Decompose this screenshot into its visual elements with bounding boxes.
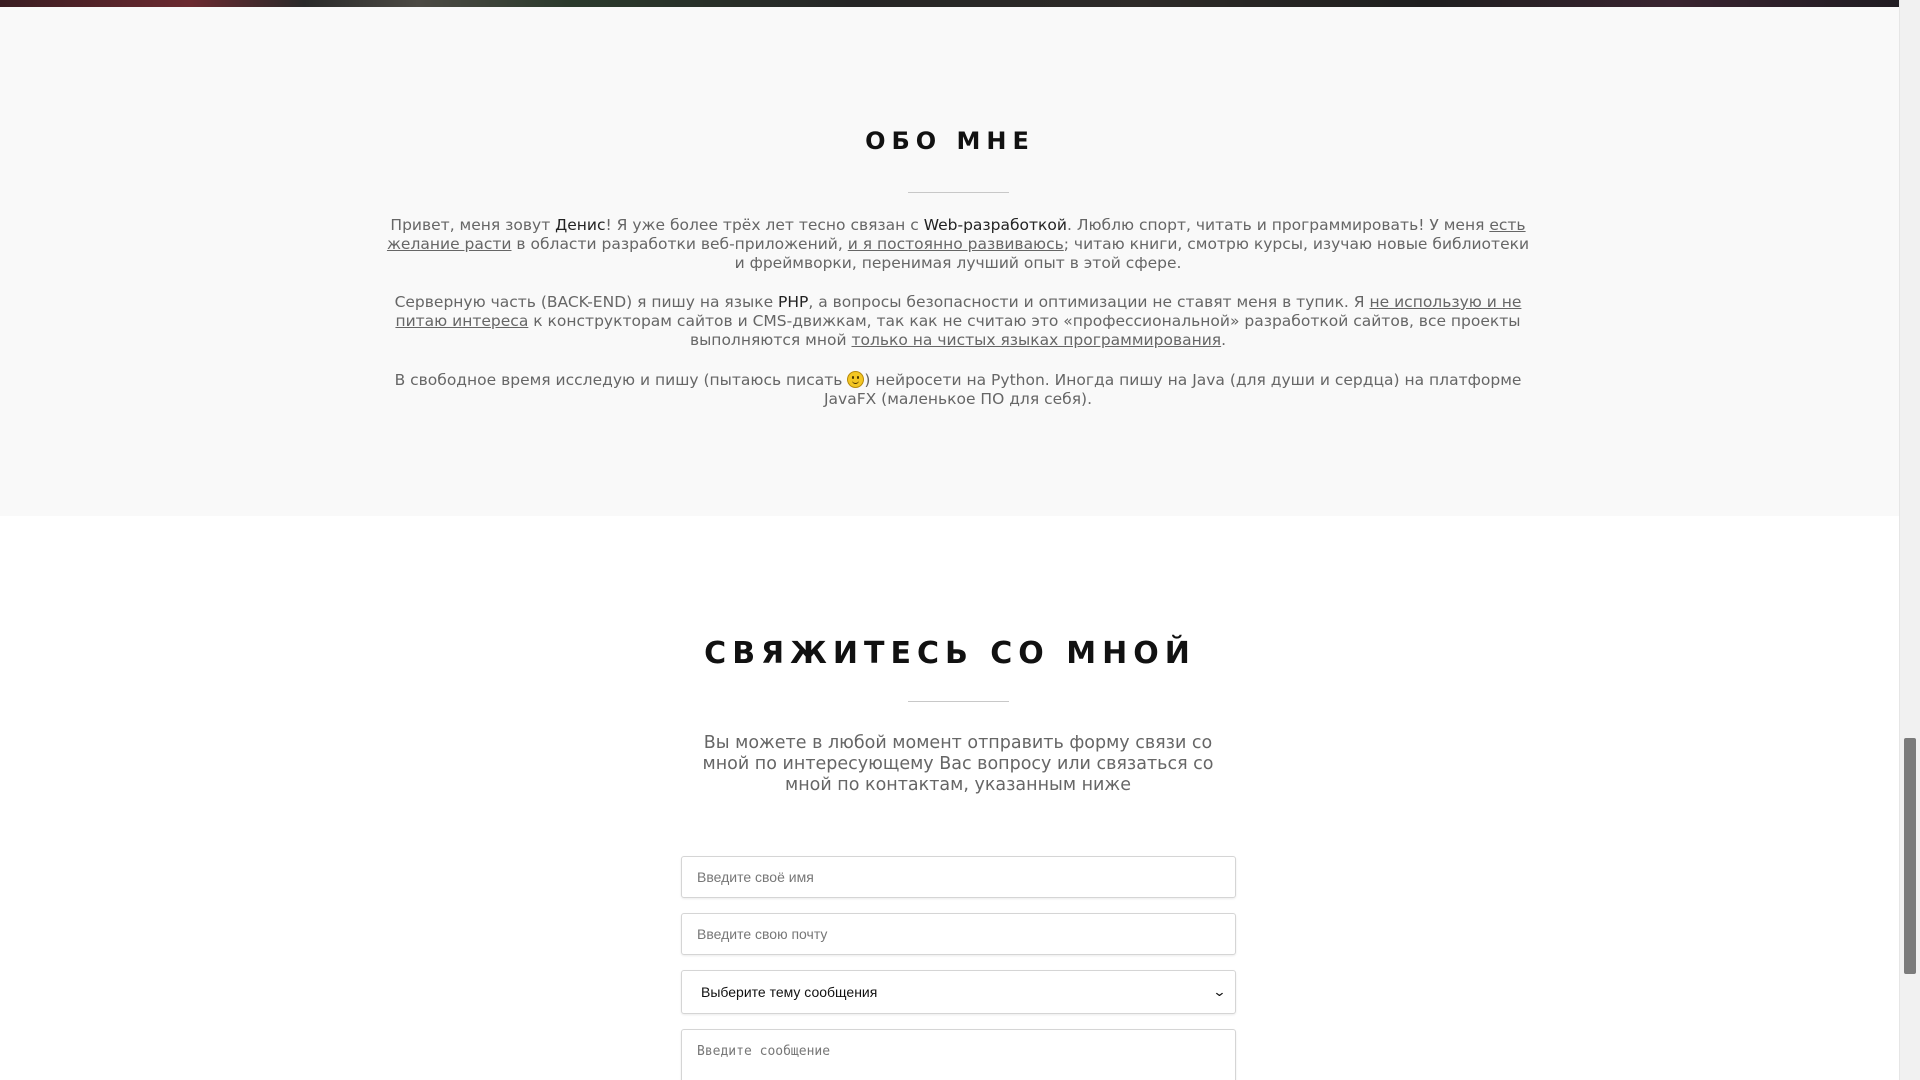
page: ОБО МНЕ Привет, меня зовут Денис! Я уже … [0,0,1920,1080]
about-title: ОБО МНЕ [865,127,1035,155]
contact-intro: Вы можете в любой момент отправить форму… [702,733,1214,795]
name-highlight: Денис [555,216,606,234]
about-divider [908,192,1009,193]
about-text: В свободное время исследую и пишу (пытаю… [394,371,848,389]
about-text: , а вопросы безопасности и оптимизации н… [808,293,1370,311]
about-text: ) нейросети на Python. Иногда пишу на Ja… [823,371,1522,408]
scrollbar-thumb[interactable] [1904,738,1916,974]
php-highlight: PHP [778,293,809,311]
name-input[interactable] [681,856,1236,898]
pure-languages-link[interactable]: только на чистых языках программирования [851,331,1221,349]
about-text: Серверную часть (BACK-END) я пишу на язы… [394,293,779,311]
smiley-face-icon [847,371,865,388]
about-text: Привет, меня зовут [390,216,556,234]
about-paragraph-1: Привет, меня зовут Денис! Я уже более тр… [382,216,1534,273]
about-text: ! Я уже более трёх лет тесно связан с [605,216,924,234]
about-paragraph-3: В свободное время исследую и пишу (пытаю… [382,371,1534,409]
topic-select[interactable]: Выберите тему сообщения ⌄ [681,970,1236,1014]
about-text: в области разработки веб-приложений, [511,235,848,253]
contact-divider [908,701,1009,702]
about-text: . [1221,331,1227,349]
email-input[interactable] [681,913,1236,955]
chevron-down-icon: ⌄ [1212,984,1227,1000]
smile-mouth [852,380,860,384]
web-highlight: Web-разработкой [923,216,1067,234]
message-textarea[interactable] [681,1029,1236,1080]
about-paragraph-2: Серверную часть (BACK-END) я пишу на язы… [382,293,1534,350]
develop-link[interactable]: и я постоянно развиваюсь [848,235,1064,253]
about-text: . Люблю спорт, читать и программировать!… [1066,216,1490,234]
topic-select-value: Выберите тему сообщения [701,984,878,1000]
page-scrollbar[interactable] [1899,0,1920,1080]
hero-image-bottom-edge [0,0,1900,7]
contact-title: СВЯЖИТЕСЬ СО МНОЙ [704,636,1196,671]
